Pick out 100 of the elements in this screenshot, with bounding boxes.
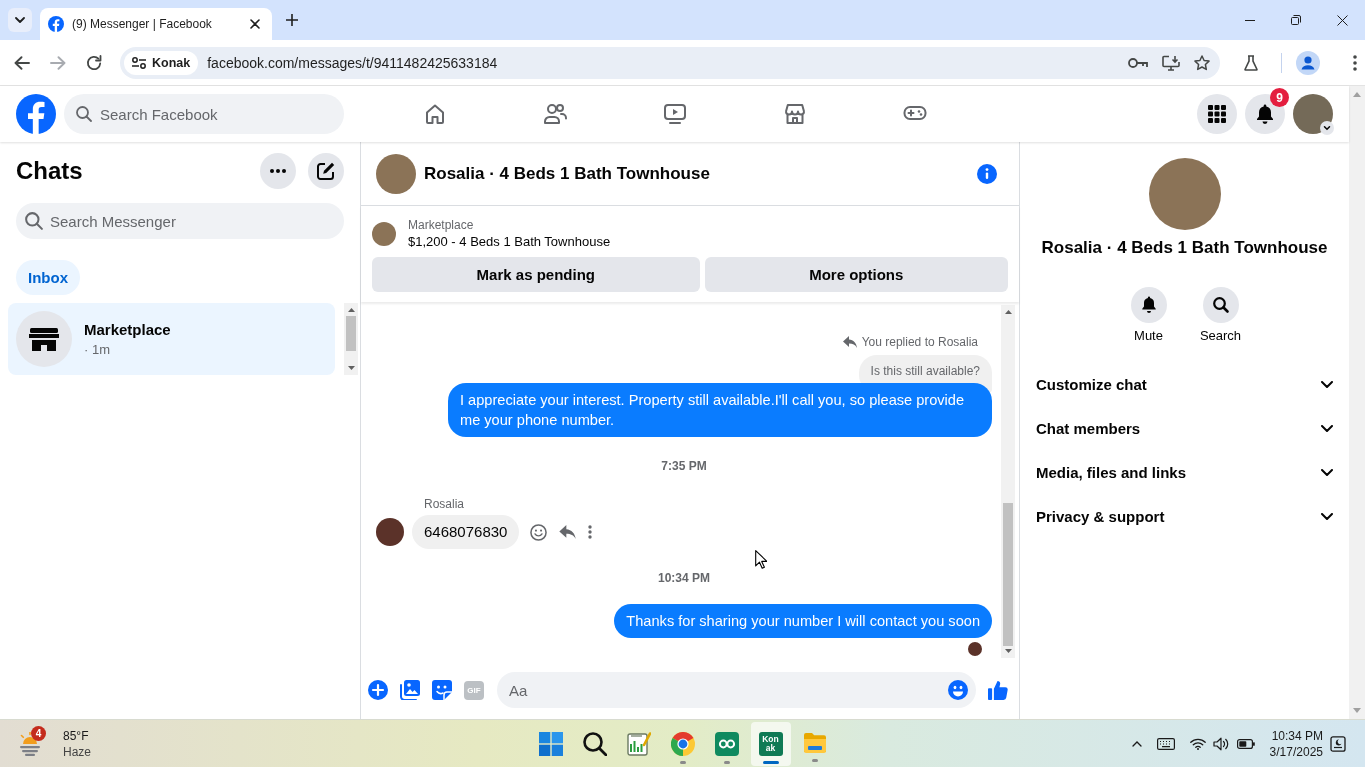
notification-center-icon[interactable] [1330, 735, 1346, 752]
message-field[interactable]: Aa [497, 672, 976, 708]
message-bubble[interactable]: 6468076830 [412, 515, 520, 549]
minimize-icon [1245, 19, 1255, 21]
back-icon[interactable] [14, 55, 30, 70]
chats-heading: Chats [16, 157, 84, 185]
smiley-icon[interactable] [530, 523, 548, 541]
reply-icon [842, 336, 857, 348]
key-icon[interactable] [1128, 57, 1148, 68]
section-header[interactable]: Media, files and links [1020, 450, 1349, 494]
notepad-icon [626, 731, 651, 756]
more-icon[interactable] [588, 525, 593, 539]
site-info-chip[interactable]: Konak [124, 50, 199, 75]
search-field[interactable]: Search Facebook [64, 94, 344, 134]
store-icon [16, 311, 72, 367]
folder-icon [802, 731, 827, 754]
cursor-icon [755, 550, 767, 569]
scrollbar[interactable] [344, 303, 358, 375]
notification-badge: 9 [1270, 88, 1289, 107]
chevron-up-icon[interactable] [1131, 740, 1142, 747]
listing-summary[interactable]: $1,200 - 4 Beds 1 Bath Townhouse [408, 233, 611, 251]
menu-icon[interactable] [1353, 54, 1357, 71]
install-icon[interactable] [1162, 54, 1180, 71]
message-timestamp: 7:35 PM [661, 458, 707, 474]
info-icon[interactable] [977, 163, 997, 184]
scroll-up-icon[interactable] [347, 308, 355, 312]
app-logo: Kon ak [758, 731, 783, 756]
more-icon [270, 169, 286, 173]
battery-icon[interactable] [1236, 738, 1255, 749]
search-button[interactable]: Search [1190, 287, 1251, 344]
reply-icon[interactable] [559, 525, 577, 539]
sticker-icon[interactable] [432, 680, 452, 700]
more-options-button[interactable] [260, 153, 296, 189]
friends-icon[interactable] [543, 103, 567, 125]
flask-icon[interactable] [1244, 54, 1258, 71]
listing-action-button[interactable]: More options [704, 257, 1008, 292]
profile-icon[interactable] [1296, 50, 1320, 75]
keyboard-icon[interactable] [1156, 737, 1175, 750]
reload-icon[interactable] [86, 54, 102, 71]
chevron-down-icon[interactable] [1320, 121, 1334, 135]
wifi-icon[interactable] [1189, 737, 1206, 750]
compose-icon [317, 162, 335, 180]
scroll-down-icon[interactable] [1004, 649, 1012, 653]
avatar-placeholder[interactable] [1293, 94, 1333, 134]
temperature-text: 85°F [63, 727, 89, 744]
chevron-down-icon [15, 17, 25, 23]
section-header[interactable]: Chat members [1020, 406, 1349, 450]
plus-icon [286, 14, 298, 26]
weather-condition: Haze [63, 743, 91, 760]
photo-placeholder [372, 222, 396, 246]
taskbar-button[interactable]: Kon ak [750, 721, 791, 766]
listing-action-button[interactable]: Mark as pending [372, 257, 700, 292]
photo-icon[interactable] [400, 680, 420, 700]
listing-source: Marketplace [408, 217, 474, 233]
photo-placeholder[interactable] [376, 153, 416, 194]
logo-icon[interactable] [16, 94, 56, 134]
section-header[interactable]: Privacy & support [1020, 494, 1349, 538]
plus-icon[interactable] [368, 680, 388, 700]
conversation-title[interactable]: Rosalia · 4 Beds 1 Bath Townhouse [424, 162, 969, 185]
mute-button[interactable]: Mute [1118, 287, 1179, 344]
conversation-name: Marketplace [84, 320, 171, 339]
address-bar[interactable]: Konak facebook.com/messages/t/9411482425633184 [120, 46, 1220, 79]
scroll-down-icon[interactable] [347, 366, 355, 370]
clock-date[interactable]: 3/17/2025 [1269, 743, 1323, 760]
star-icon[interactable] [1194, 54, 1210, 71]
app-icon [714, 731, 739, 756]
new-message-button[interactable] [308, 153, 344, 189]
volume-icon[interactable] [1212, 736, 1229, 751]
emoji-icon[interactable] [948, 680, 968, 700]
filter-tab[interactable]: Inbox [16, 260, 80, 295]
search-icon [582, 731, 607, 756]
conversation-name: Rosalia · 4 Beds 1 Bath Townhouse [1041, 238, 1328, 258]
menu-button[interactable] [1197, 94, 1237, 134]
message-bubble[interactable]: Thanks for sharing your number I will contact you soon [614, 604, 992, 638]
section-header[interactable]: Customize chat [1020, 362, 1349, 406]
avatar-placeholder[interactable] [376, 518, 404, 546]
conversation-time: · 1m [84, 342, 110, 358]
reply-label: You replied to Rosalia [861, 334, 978, 350]
close-icon [1336, 14, 1348, 26]
thumbs-up-icon[interactable] [988, 680, 1008, 700]
conversation-item[interactable]: Marketplace · 1m [8, 303, 335, 375]
clock-time[interactable]: 10:34 PM [1271, 727, 1323, 744]
video-icon[interactable] [663, 103, 687, 125]
url-text[interactable]: facebook.com/messages/t/9411482425633184 [207, 54, 1128, 71]
notifications-button[interactable] [1245, 94, 1285, 134]
sender-name: Rosalia [424, 497, 465, 511]
message-bubble[interactable]: I appreciate your interest. Property still available.I'll call you, so please provide me your phone number. [448, 383, 992, 437]
scrollbar-thumb[interactable] [346, 316, 356, 351]
home-icon[interactable] [423, 103, 447, 125]
store-icon[interactable] [783, 103, 807, 125]
browser-tab[interactable]: (9) Messenger | Facebook [40, 8, 272, 40]
scrollbar[interactable] [1001, 305, 1015, 658]
scrollbar-thumb[interactable] [1003, 503, 1013, 646]
tune-icon [132, 56, 146, 69]
weather-icon[interactable] [18, 731, 42, 756]
close-icon[interactable] [250, 19, 260, 29]
scroll-up-icon[interactable] [1004, 310, 1012, 314]
notification-badge: 4 [31, 725, 46, 741]
search-field[interactable]: Search Messenger [16, 203, 344, 239]
tab-search-button[interactable] [8, 8, 32, 32]
